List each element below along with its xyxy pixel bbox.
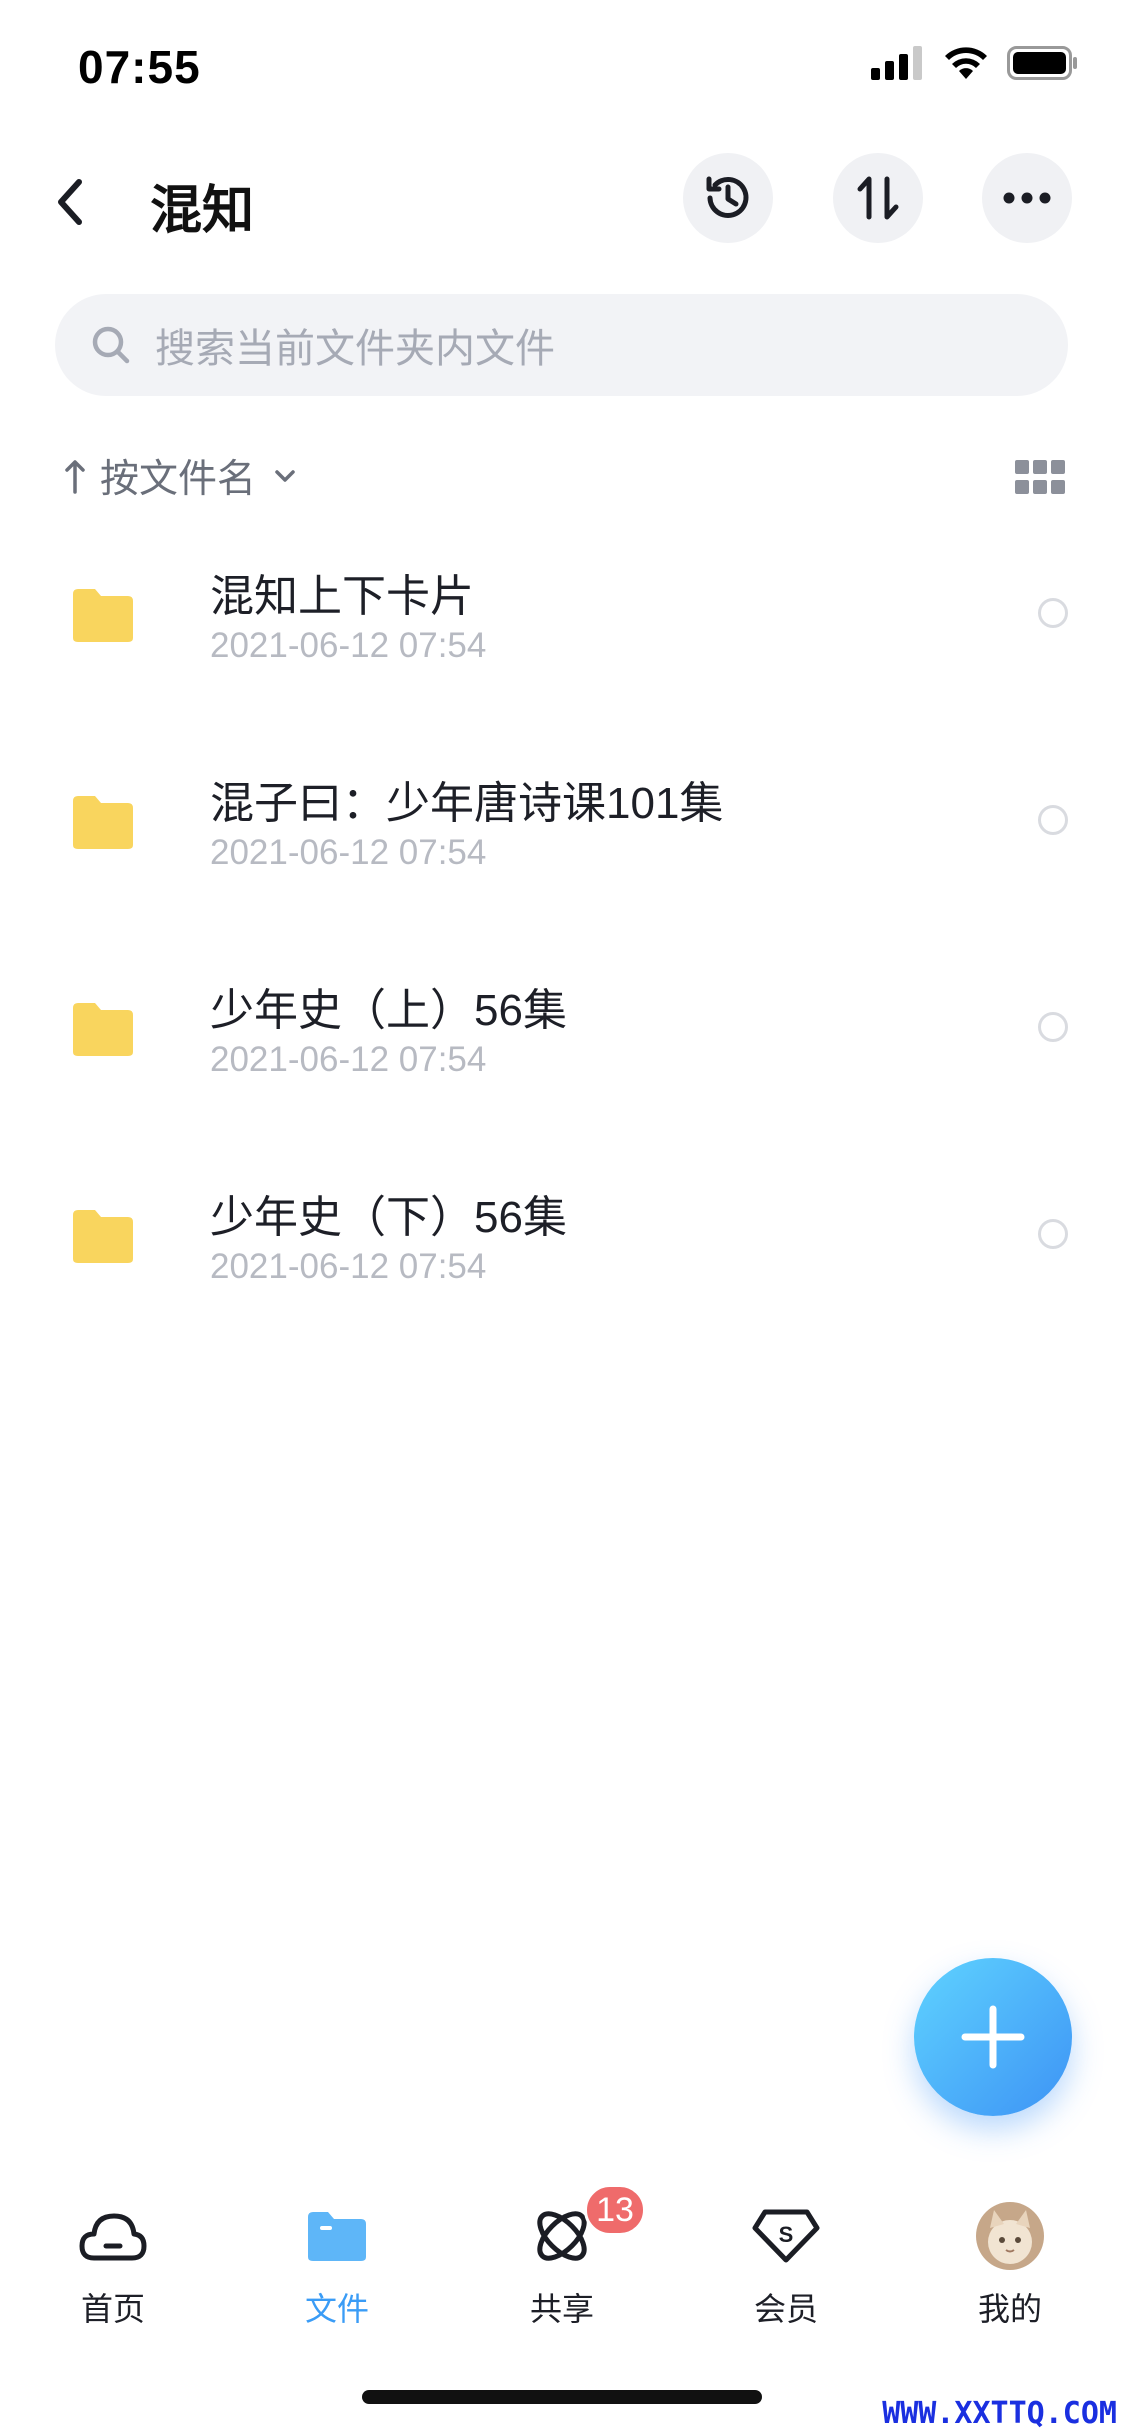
file-date: 2021-06-12 07:54: [210, 833, 487, 872]
file-date: 2021-06-12 07:54: [210, 1247, 487, 1286]
select-radio[interactable]: [1038, 1012, 1068, 1042]
select-radio[interactable]: [1038, 805, 1068, 835]
add-button[interactable]: [914, 1958, 1072, 2116]
file-date: 2021-06-12 07:54: [210, 1040, 487, 1079]
plus-icon: [961, 2005, 1025, 2069]
transfer-button[interactable]: [833, 153, 923, 243]
watermark: WWW.XXTTQ.COM: [882, 2396, 1117, 2431]
select-radio[interactable]: [1038, 598, 1068, 628]
history-clock-icon: [706, 176, 749, 218]
search-input[interactable]: 搜索当前文件夹内文件: [55, 294, 1068, 396]
search-icon: [89, 323, 133, 367]
notification-badge: 13: [584, 2184, 646, 2236]
file-date: 2021-06-12 07:54: [210, 626, 487, 665]
file-name: 混知上下卡片: [210, 572, 474, 621]
tab-me[interactable]: 我的: [935, 2200, 1085, 2330]
chevron-down-icon: [270, 461, 300, 491]
home-indicator: [362, 2390, 762, 2404]
status-time: 07:55: [78, 41, 201, 93]
list-item[interactable]: 少年史（上）56集 2021-06-12 07:54: [0, 948, 1125, 1155]
list-item[interactable]: 混知上下卡片 2021-06-12 07:54: [0, 534, 1125, 741]
file-name: 混子曰：少年唐诗课101集: [210, 779, 724, 828]
back-button[interactable]: [40, 172, 100, 232]
cloud-icon: [73, 2200, 153, 2272]
chevron-left-icon: [58, 179, 82, 225]
status-icons: [871, 46, 1079, 80]
folder-icon: [73, 1003, 133, 1056]
select-radio[interactable]: [1038, 1219, 1068, 1249]
tab-label: 文件: [304, 2291, 369, 2327]
file-name: 少年史（上）56集: [210, 986, 567, 1035]
folder-icon: [73, 589, 133, 642]
sort-label: 按文件名: [100, 458, 257, 501]
tab-home[interactable]: 首页: [38, 2200, 188, 2330]
tab-files[interactable]: 文件: [262, 2200, 412, 2330]
wifi-icon: [945, 47, 987, 79]
more-button[interactable]: [982, 153, 1072, 243]
page-title: 混知: [150, 182, 255, 240]
vip-diamond-icon: S: [746, 2200, 826, 2272]
arrow-up-icon: [60, 454, 90, 498]
tab-vip[interactable]: S 会员: [711, 2200, 861, 2330]
tab-label: 我的: [977, 2291, 1042, 2327]
tab-label: 首页: [80, 2291, 145, 2327]
folder-icon: [73, 1210, 133, 1263]
tab-label: 共享: [529, 2291, 594, 2327]
more-dots-icon: [1003, 192, 1051, 204]
history-button[interactable]: [683, 153, 773, 243]
battery-icon: [1007, 46, 1077, 80]
transfer-arrows-icon: [857, 176, 899, 220]
list-item[interactable]: 混子曰：少年唐诗课101集 2021-06-12 07:54: [0, 741, 1125, 948]
search-placeholder: 搜索当前文件夹内文件: [155, 327, 555, 371]
avatar: [976, 2202, 1044, 2270]
folder-icon: [73, 796, 133, 849]
list-item[interactable]: 少年史（下）56集 2021-06-12 07:54: [0, 1155, 1125, 1362]
folder-icon: [297, 2200, 377, 2272]
file-name: 少年史（下）56集: [210, 1193, 567, 1242]
svg-text:S: S: [779, 2222, 794, 2247]
tab-label: 会员: [753, 2291, 818, 2327]
grid-view-icon[interactable]: [1015, 460, 1065, 494]
cellular-signal-icon: [871, 46, 922, 80]
sort-selector[interactable]: 按文件名: [60, 448, 300, 504]
